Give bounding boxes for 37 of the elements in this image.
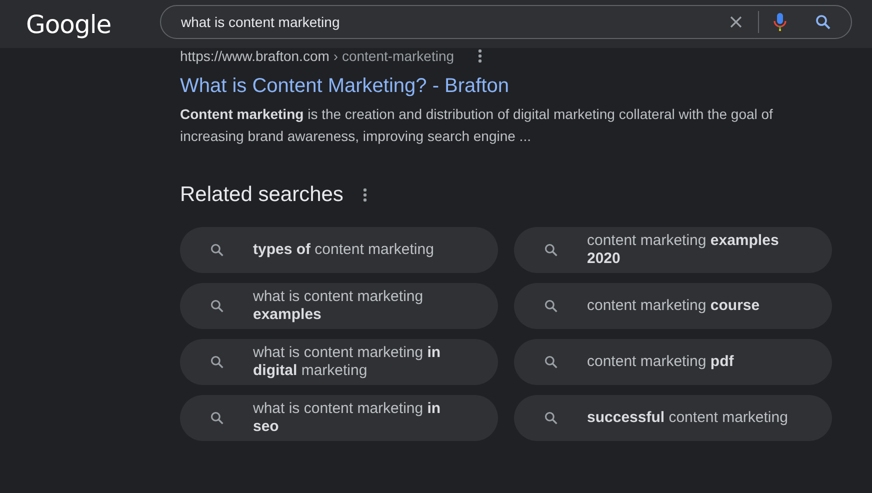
search-icon [544,299,558,313]
related-search-chip[interactable]: what is content marketing in seo [180,395,498,441]
search-icon[interactable] [815,14,831,30]
related-search-chip[interactable]: types of content marketing [180,227,498,273]
related-search-text: what is content marketing in digital marketing [253,344,442,380]
related-search-chip[interactable]: what is content marketing in digital marketing [180,339,498,385]
section-heading: Related searches [180,183,344,207]
related-search-chip[interactable]: what is content marketing examples [180,283,498,329]
related-search-chip[interactable]: content marketing examples 2020 [514,227,832,273]
more-icon[interactable] [363,188,368,202]
related-search-text: content marketing course [587,297,761,315]
microphone-icon[interactable] [773,12,787,32]
related-search-text: what is content marketing examples [253,288,424,324]
search-bar[interactable]: what is content marketing [160,5,852,39]
result-title-link[interactable]: What is Content Marketing? - Brafton [180,74,800,98]
result-url: https://www.brafton.com [180,48,330,64]
related-search-text: content marketing pdf [587,353,735,371]
search-icon [210,411,224,425]
logo[interactable]: Google [26,10,160,38]
search-field[interactable]: what is content marketing [181,14,714,30]
related-search-text: what is content marketing in seo [253,400,442,436]
related-search-chip[interactable]: content marketing pdf [514,339,832,385]
more-icon[interactable] [478,49,482,63]
search-icon [210,355,224,369]
search-icon [544,411,558,425]
result-snippet: Content marketing is the creation and distribution of digital marketing collateral with the goal of increasing brand awareness, improving search engine ... [180,105,774,146]
search-icon [210,299,224,313]
related-search-chip[interactable]: content marketing course [514,283,832,329]
related-search-chip[interactable]: successful content marketing [514,395,832,441]
related-search-text: content marketing examples 2020 [587,232,780,268]
search-icon [544,243,558,257]
result-breadcrumb: › content-marketing [333,48,454,64]
related-search-text: successful content marketing [587,409,789,427]
clear-icon[interactable] [728,14,744,30]
search-icon [210,243,224,257]
search-icon [544,355,558,369]
related-search-text: types of content marketing [253,241,435,259]
